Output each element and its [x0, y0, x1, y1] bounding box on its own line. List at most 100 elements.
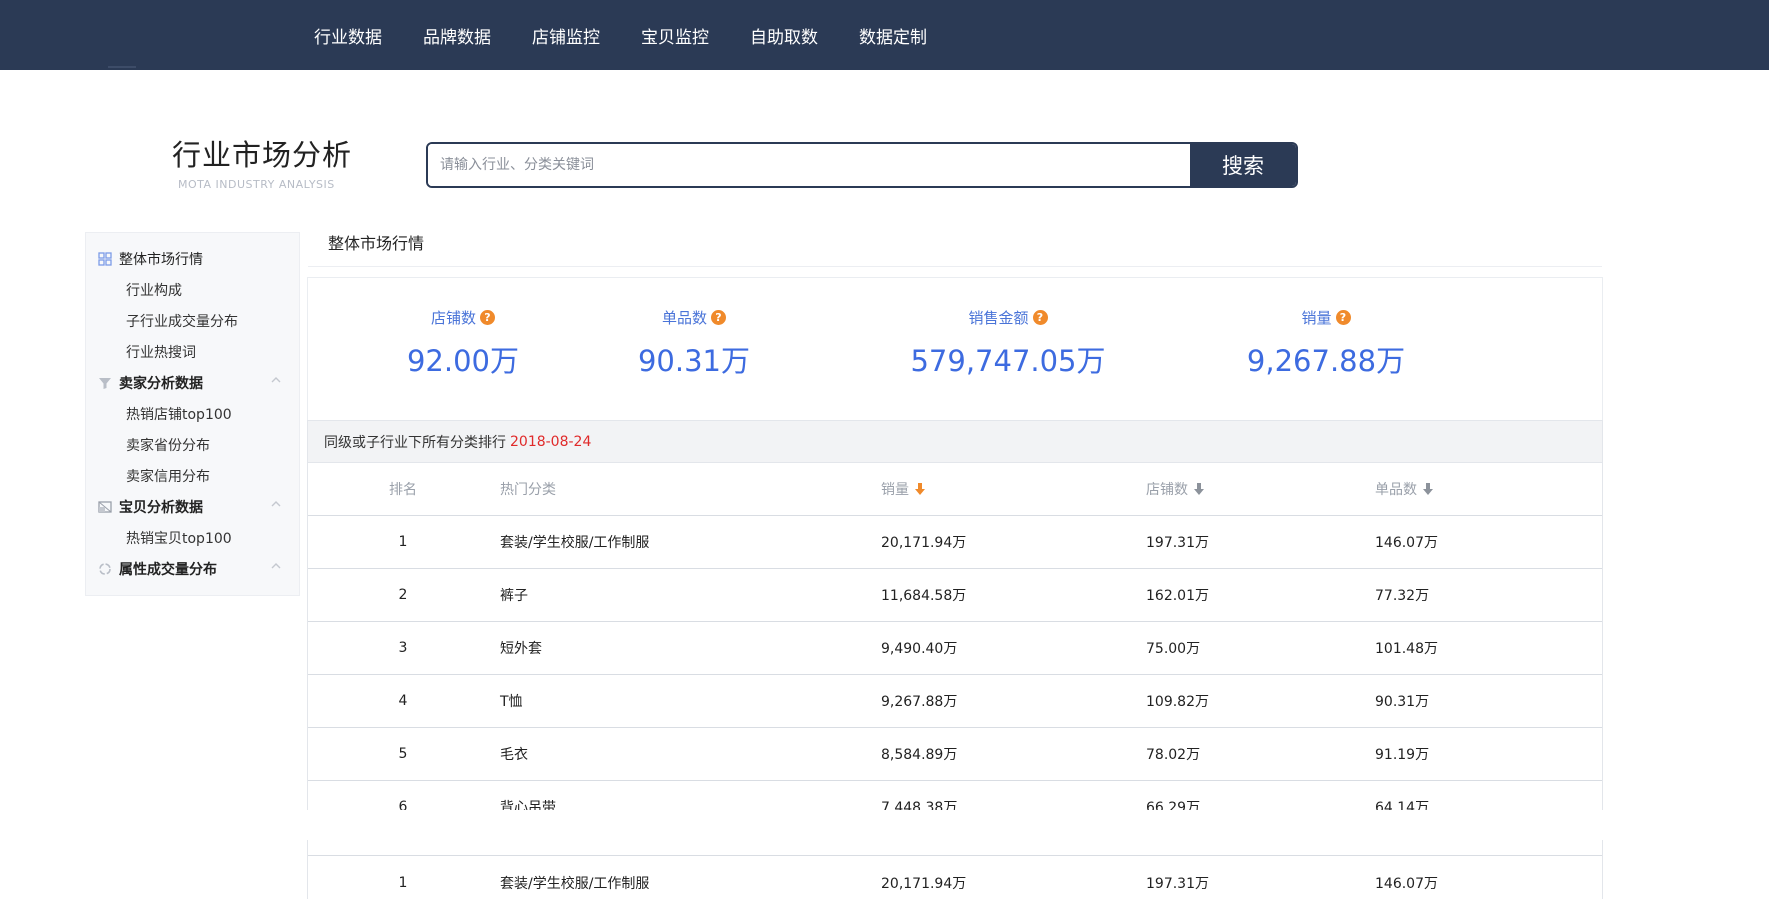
ranking-table: 排名 热门分类 销量 店铺数 单品数 1 套装/学生校服/工作制服 20,171…	[307, 463, 1603, 834]
sort-down-icon-active[interactable]	[914, 482, 926, 496]
section-divider	[308, 266, 1602, 267]
page-subtitle: MOTA INDUSTRY ANALYSIS	[178, 178, 335, 191]
cell-shops: 75.00万	[1146, 641, 1201, 657]
table-row[interactable]: 4 T恤 9,267.88万 109.82万 90.31万	[308, 675, 1602, 728]
cell-items: 77.32万	[1375, 588, 1430, 604]
table-row[interactable]: 5 毛衣 8,584.89万 78.02万 91.19万	[308, 728, 1602, 781]
search-bar: 搜索	[426, 142, 1298, 188]
cell-category: 短外套	[500, 641, 542, 657]
ranking-header: 同级或子行业下所有分类排行 2018-08-24	[307, 420, 1603, 463]
market-stats-panel: 店铺数? 92.00万 单品数? 90.31万 销售金额? 579,747.05…	[307, 277, 1603, 420]
column-header-rank: 排名	[389, 482, 417, 498]
cell-rank: 5	[398, 746, 408, 762]
nav-item-brand-data[interactable]: 品牌数据	[423, 23, 491, 48]
page-title: 行业市场分析	[172, 138, 353, 172]
cell-shops: 197.31万	[1146, 875, 1209, 892]
sidebar-group-attribute[interactable]: 属性成交量分布	[86, 553, 299, 584]
sidebar-group-product[interactable]: 宝贝分析数据	[86, 491, 299, 522]
cell-rank: 4	[398, 693, 408, 709]
cell-sales: 20,171.94万	[881, 535, 967, 551]
sort-down-icon[interactable]	[1422, 482, 1434, 496]
stat-item-count: 单品数? 90.31万	[634, 307, 754, 380]
cell-items: 146.07万	[1375, 875, 1438, 892]
table-row[interactable]: 2 裤子 11,684.58万 162.01万 77.32万	[308, 569, 1602, 622]
sidebar-item-seller-province[interactable]: 卖家省份分布	[86, 429, 299, 460]
stat-label: 店铺数	[430, 309, 476, 327]
help-icon[interactable]: ?	[480, 310, 495, 325]
stat-value: 579,747.05万	[910, 344, 1106, 378]
chevron-up-icon[interactable]	[271, 375, 281, 385]
nav-item-data-custom[interactable]: 数据定制	[859, 23, 927, 48]
nav-decoration	[108, 66, 136, 68]
funnel-icon	[99, 377, 111, 389]
stat-value: 90.31万	[637, 344, 751, 378]
sidebar-group-label: 整体市场行情	[119, 251, 203, 268]
stat-value: 92.00万	[406, 344, 520, 378]
sidebar-item-industry-composition[interactable]: 行业构成	[86, 274, 299, 305]
sidebar-item-hot-search-words[interactable]: 行业热搜词	[86, 336, 299, 367]
sidebar-item-seller-credit[interactable]: 卖家信用分布	[86, 460, 299, 491]
search-button[interactable]: 搜索	[1190, 144, 1296, 186]
nav-item-industry-data[interactable]: 行业数据	[314, 23, 382, 48]
column-header-sales[interactable]: 销量	[881, 463, 926, 515]
cell-items: 146.07万	[1375, 535, 1438, 551]
stat-label: 销量	[1301, 309, 1332, 327]
chevron-up-icon[interactable]	[271, 499, 281, 509]
sidebar-item-sub-industry-distribution[interactable]: 子行业成交量分布	[86, 305, 299, 336]
cell-category: 毛衣	[500, 747, 528, 763]
sidebar-item-top-shops[interactable]: 热销店铺top100	[86, 398, 299, 429]
nav-item-self-service[interactable]: 自助取数	[750, 23, 818, 48]
sidebar-group-label: 属性成交量分布	[119, 561, 217, 578]
column-header-shops[interactable]: 店铺数	[1146, 463, 1205, 515]
help-icon[interactable]: ?	[1032, 310, 1048, 325]
column-header-items[interactable]: 单品数	[1375, 463, 1434, 515]
search-input[interactable]	[428, 144, 1190, 186]
cell-sales: 9,267.88万	[881, 694, 958, 710]
sidebar-group-market[interactable]: 整体市场行情	[86, 243, 299, 274]
chevron-up-icon[interactable]	[271, 561, 281, 571]
sort-down-icon[interactable]	[1193, 482, 1205, 496]
sidebar-group-seller[interactable]: 卖家分析数据	[86, 367, 299, 398]
stat-sales-amount: 销售金额? 579,747.05万	[908, 307, 1108, 380]
column-header-label: 店铺数	[1146, 482, 1188, 498]
table-row[interactable]: 3 短外套 9,490.40万 75.00万 101.48万	[308, 622, 1602, 675]
cell-shops: 109.82万	[1146, 694, 1209, 710]
section-title: 整体市场行情	[328, 234, 425, 253]
cell-category: 裤子	[500, 588, 528, 604]
stat-label: 单品数	[661, 309, 707, 327]
table-row[interactable]: 1 套装/学生校服/工作制服 20,171.94万 197.31万 146.07…	[308, 516, 1602, 569]
cell-rank: 1	[398, 534, 408, 550]
table-row[interactable]: 1 套装/学生校服/工作制服 20,171.94万 197.31万 146.07…	[308, 856, 1602, 899]
stat-value: 9,267.88万	[1246, 344, 1406, 378]
cell-category: 套装/学生校服/工作制服	[500, 535, 650, 551]
column-header-category: 热门分类	[500, 482, 556, 498]
cell-sales: 9,490.40万	[881, 641, 958, 657]
cell-shops: 197.31万	[1146, 535, 1209, 551]
sidebar: 整体市场行情 行业构成 子行业成交量分布 行业热搜词 卖家分析数据 热销店铺to…	[85, 232, 300, 596]
help-icon[interactable]: ?	[711, 310, 726, 325]
card-icon	[98, 500, 112, 513]
page-brand: 行业市场分析 MOTA INDUSTRY ANALYSIS	[172, 132, 352, 191]
clip-overlay	[0, 810, 1769, 840]
cell-items: 101.48万	[1375, 641, 1438, 657]
top-nav-bar: 行业数据 品牌数据 店铺监控 宝贝监控 自助取数 数据定制	[0, 0, 1769, 70]
cell-category: 套装/学生校服/工作制服	[500, 875, 650, 892]
nav-item-product-monitor[interactable]: 宝贝监控	[641, 23, 709, 48]
ranking-title: 同级或子行业下所有分类排行	[324, 434, 506, 451]
sidebar-item-top-products[interactable]: 热销宝贝top100	[86, 522, 299, 553]
stat-sales-volume: 销量? 9,267.88万	[1246, 307, 1406, 380]
help-icon[interactable]: ?	[1335, 310, 1351, 325]
cell-sales: 20,171.94万	[881, 875, 967, 892]
cell-rank: 3	[398, 640, 408, 656]
sidebar-group-label: 宝贝分析数据	[119, 499, 203, 516]
nav-item-shop-monitor[interactable]: 店铺监控	[532, 23, 600, 48]
stat-label: 销售金额	[968, 309, 1029, 327]
cell-category: T恤	[500, 694, 523, 710]
cell-items: 91.19万	[1375, 747, 1430, 763]
cell-items: 90.31万	[1375, 694, 1430, 710]
ranking-date: 2018-08-24	[510, 433, 592, 450]
grid-icon	[98, 251, 112, 266]
stat-shop-count: 店铺数? 92.00万	[403, 307, 523, 380]
top-nav: 行业数据 品牌数据 店铺监控 宝贝监控 自助取数 数据定制	[314, 0, 968, 70]
cell-rank: 2	[398, 587, 408, 603]
